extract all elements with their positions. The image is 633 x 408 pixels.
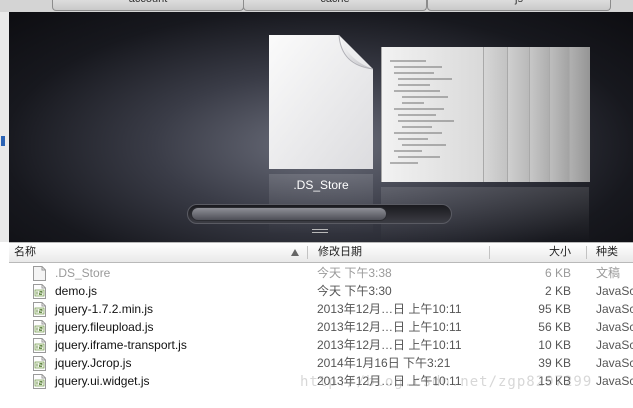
column-label: 修改日期: [318, 246, 362, 258]
cover-flow-scrollbar[interactable]: [187, 204, 452, 224]
js-file-icon: [33, 374, 46, 389]
js-file-icon: [33, 338, 46, 353]
file-row[interactable]: jquery.Jcrop.js 2014年1月16日 下午3:21 39 KB …: [9, 354, 633, 372]
column-header-name[interactable]: 名称: [14, 243, 304, 262]
file-row[interactable]: jquery.fileupload.js 2013年12月…日 上午10:11 …: [9, 318, 633, 336]
file-name: jquery.fileupload.js: [55, 320, 154, 334]
file-name: jquery.Jcrop.js: [55, 356, 132, 370]
js-file-icon: [33, 284, 46, 299]
js-file-icon: [33, 320, 46, 335]
file-kind: JavaSc: [596, 374, 633, 388]
cover-flow-stack[interactable]: [381, 47, 621, 242]
column-divider[interactable]: [489, 246, 490, 259]
tab-label: account: [129, 0, 168, 5]
document-icon: [33, 266, 46, 281]
code-page-preview[interactable]: [381, 47, 484, 182]
file-size: 2 KB: [544, 284, 571, 298]
file-modified-date: 2013年12月…日 上午10:11: [317, 302, 462, 316]
file-name: jquery.ui.widget.js: [55, 374, 150, 388]
tab-cache[interactable]: cache: [243, 0, 427, 11]
file-modified-date: 2013年12月…日 上午10:11: [317, 320, 462, 334]
file-row[interactable]: demo.js 今天 下午3:30 2 KB JavaSc: [9, 282, 633, 300]
file-kind: 文稿: [596, 266, 621, 280]
file-modified-date: 2014年1月16日 下午3:21: [317, 356, 451, 370]
tab-label: js: [515, 0, 523, 5]
js-file-icon: [33, 302, 46, 317]
file-name: demo.js: [55, 284, 98, 298]
page-preview[interactable]: [507, 47, 530, 182]
column-header-size[interactable]: 大小: [499, 243, 571, 262]
tab-label: cache: [320, 0, 349, 5]
file-name: jquery-1.7.2.min.js: [55, 302, 154, 316]
page-preview[interactable]: [483, 47, 508, 182]
js-file-icon: [33, 356, 46, 371]
page-preview[interactable]: [529, 47, 550, 182]
file-row[interactable]: jquery-1.7.2.min.js 2013年12月…日 上午10:11 9…: [9, 300, 633, 318]
column-header-kind[interactable]: 种类: [596, 243, 633, 262]
column-label: 名称: [14, 246, 36, 258]
column-label: 种类: [596, 246, 618, 258]
tab-js[interactable]: js: [427, 0, 611, 11]
file-kind: JavaSc: [596, 338, 633, 352]
file-size: 95 KB: [538, 302, 571, 316]
file-modified-date: 今天 下午3:38: [317, 266, 392, 280]
file-name: .DS_Store: [55, 266, 111, 280]
page-preview[interactable]: [569, 47, 590, 182]
column-label: 大小: [549, 246, 571, 258]
file-size: 39 KB: [538, 356, 571, 370]
file-size: 6 KB: [544, 266, 571, 280]
cover-flow-label: .DS_Store: [293, 178, 349, 192]
file-size: 10 KB: [538, 338, 571, 352]
list-header: 名称 修改日期 大小 种类: [9, 242, 633, 263]
document-icon[interactable]: [269, 35, 373, 169]
page-preview[interactable]: [549, 47, 570, 182]
tab-account[interactable]: account: [52, 0, 244, 11]
scrollbar-thumb[interactable]: [191, 207, 387, 221]
column-divider[interactable]: [586, 246, 587, 259]
file-kind: JavaSc: [596, 356, 633, 370]
file-size: 56 KB: [538, 320, 571, 334]
file-row[interactable]: jquery.iframe-transport.js 2013年12月…日 上午…: [9, 336, 633, 354]
file-name: jquery.iframe-transport.js: [55, 338, 187, 352]
column-divider[interactable]: [307, 246, 308, 259]
file-kind: JavaSc: [596, 320, 633, 334]
sidebar-selection-mark: [1, 136, 5, 146]
file-modified-date: 今天 下午3:30: [317, 284, 392, 298]
file-kind: JavaSc: [596, 302, 633, 316]
cover-flow-view[interactable]: .DS_Store: [9, 12, 633, 242]
file-modified-date: 2013年12月…日 上午10:11: [317, 338, 462, 352]
resize-grip-icon[interactable]: [312, 229, 328, 237]
file-kind: JavaSc: [596, 284, 633, 298]
sort-ascending-icon[interactable]: [291, 249, 299, 256]
watermark: http://blog.csdn.net/zgp8297299: [300, 374, 593, 390]
file-row[interactable]: .DS_Store 今天 下午3:38 6 KB 文稿: [9, 264, 633, 282]
column-header-date[interactable]: 修改日期: [318, 243, 488, 262]
code-lines-icon: [390, 60, 454, 164]
file-list: .DS_Store 今天 下午3:38 6 KB 文稿 demo.js 今天 下…: [9, 264, 633, 390]
